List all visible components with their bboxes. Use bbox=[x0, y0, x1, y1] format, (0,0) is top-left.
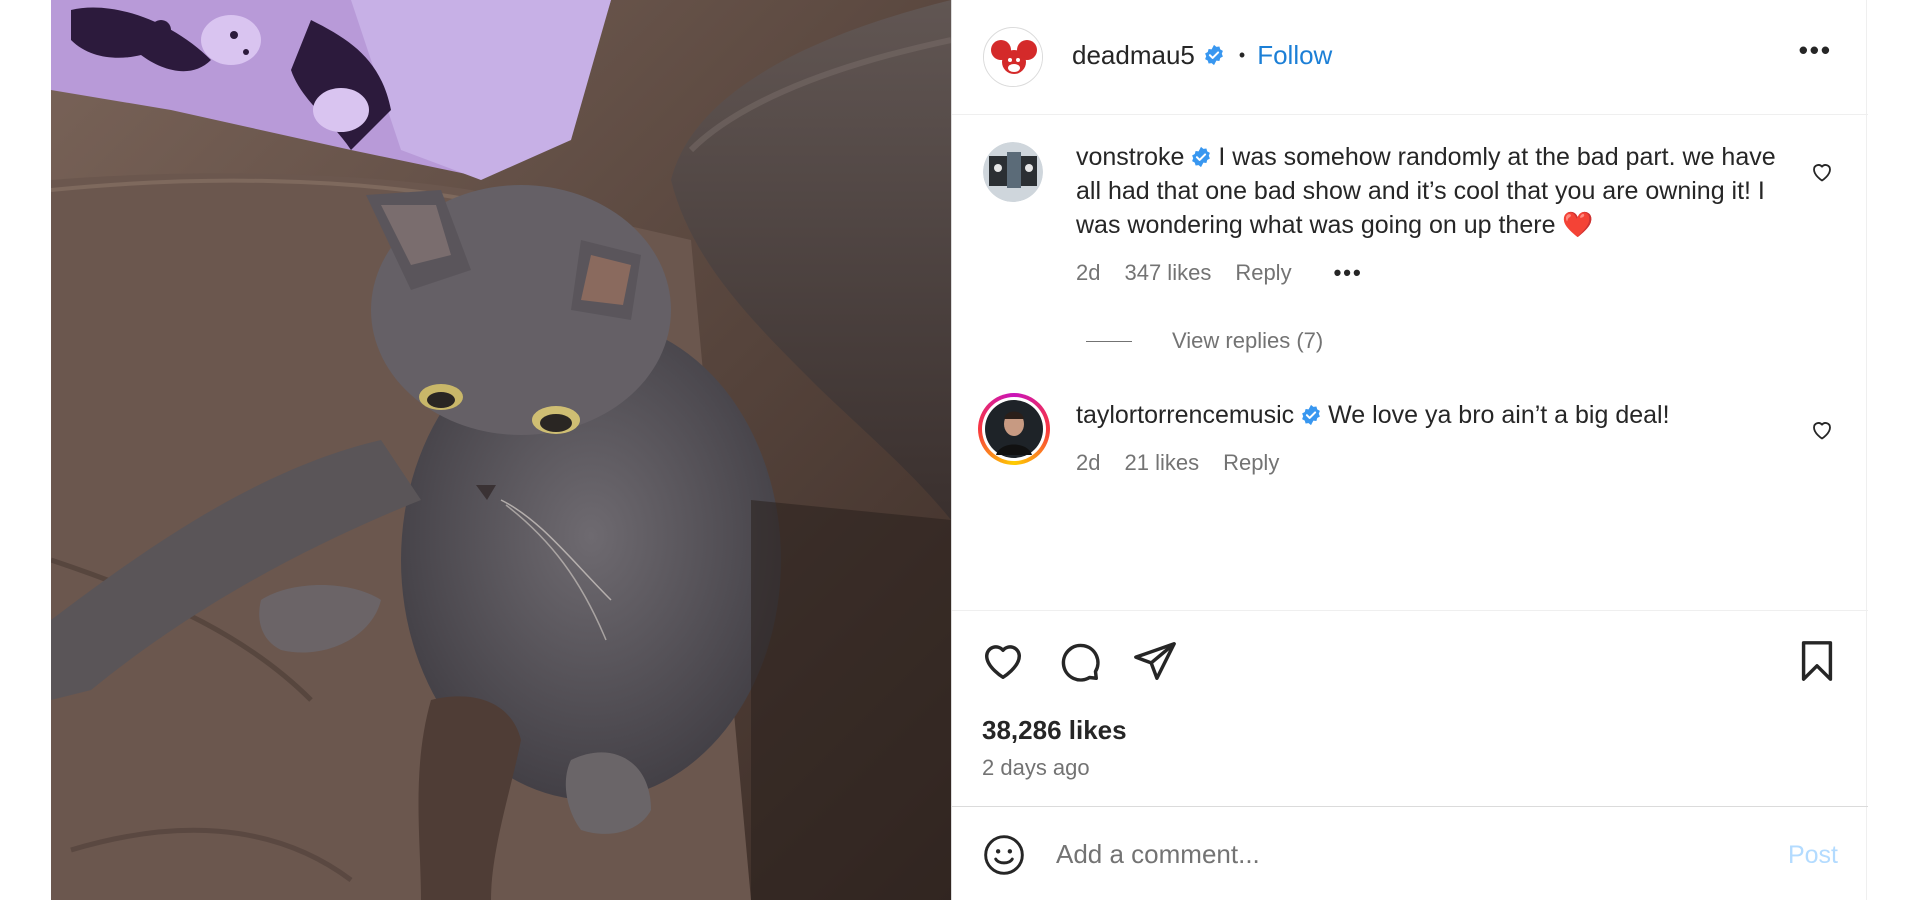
author-avatar[interactable] bbox=[983, 27, 1043, 87]
post-detail-panel: deadmau5 • Follow ••• vonstroke I was som… bbox=[951, 0, 1868, 900]
comment-age: 2d bbox=[1076, 260, 1101, 285]
comment-like-heart-icon[interactable] bbox=[1810, 160, 1834, 184]
comment-likes[interactable]: 21 likes bbox=[1124, 450, 1199, 476]
view-replies-label: View replies (7) bbox=[1172, 328, 1324, 353]
replies-divider bbox=[1086, 340, 1132, 342]
verified-badge-icon bbox=[1192, 146, 1211, 168]
cat-on-couch-image bbox=[51, 0, 951, 900]
bookmark-icon[interactable] bbox=[1794, 638, 1840, 684]
commenter-username[interactable]: taylortorrencemusic bbox=[1076, 401, 1294, 429]
comment-like-heart-icon[interactable] bbox=[1810, 418, 1834, 442]
reply-button[interactable]: Reply bbox=[1223, 450, 1279, 476]
smiley-icon[interactable] bbox=[982, 833, 1026, 877]
verified-badge-icon bbox=[1302, 404, 1321, 426]
comment-likes[interactable]: 347 likes bbox=[1124, 260, 1211, 286]
heart-icon[interactable] bbox=[980, 638, 1026, 684]
follow-button[interactable]: Follow bbox=[1257, 40, 1332, 71]
separator-dot: • bbox=[1238, 44, 1246, 65]
comment-meta: 2d 21 likes Reply bbox=[1076, 450, 1303, 476]
post-actions: 38,286 likes 2 days ago bbox=[952, 610, 1868, 806]
post-header: deadmau5 • Follow ••• bbox=[952, 0, 1868, 115]
vonstroke-avatar-icon bbox=[983, 142, 1043, 202]
comment-input[interactable] bbox=[1056, 831, 1756, 877]
post-timestamp: 2 days ago bbox=[982, 755, 1090, 780]
post-photo bbox=[51, 0, 951, 900]
deadmau5-logo-icon bbox=[984, 28, 1042, 86]
commenter-username[interactable]: vonstroke bbox=[1076, 143, 1184, 171]
comment-more-button[interactable]: ••• bbox=[1334, 260, 1363, 286]
commenter-avatar[interactable] bbox=[983, 142, 1043, 202]
verified-badge-icon bbox=[1204, 44, 1223, 66]
commenter-avatar-story-ring[interactable] bbox=[978, 393, 1050, 465]
comment-icon[interactable] bbox=[1056, 638, 1102, 684]
comment-body: taylortorrencemusic We love ya bro ain’t … bbox=[1076, 398, 1796, 432]
author-username[interactable]: deadmau5 bbox=[1072, 40, 1195, 71]
reply-button[interactable]: Reply bbox=[1235, 260, 1291, 286]
paper-plane-icon[interactable] bbox=[1132, 638, 1178, 684]
comment-body: vonstroke I was somehow randomly at the b… bbox=[1076, 140, 1796, 242]
comment-text: We love ya bro ain’t a big deal! bbox=[1328, 401, 1670, 429]
comment-age: 2d bbox=[1076, 450, 1101, 475]
heart-emoji: ❤️ bbox=[1562, 211, 1594, 239]
post-comment-button[interactable]: Post bbox=[1788, 841, 1838, 870]
add-comment-bar: Post bbox=[952, 806, 1868, 900]
comment-meta: 2d 347 likes Reply ••• bbox=[1076, 260, 1387, 286]
taylortorrence-avatar-icon bbox=[982, 397, 1046, 461]
more-options-button[interactable]: ••• bbox=[1799, 37, 1832, 63]
author-info: deadmau5 • Follow bbox=[1072, 38, 1332, 72]
view-replies-button[interactable]: View replies (7) bbox=[1086, 328, 1323, 354]
post-likes-count[interactable]: 38,286 likes bbox=[982, 715, 1127, 746]
